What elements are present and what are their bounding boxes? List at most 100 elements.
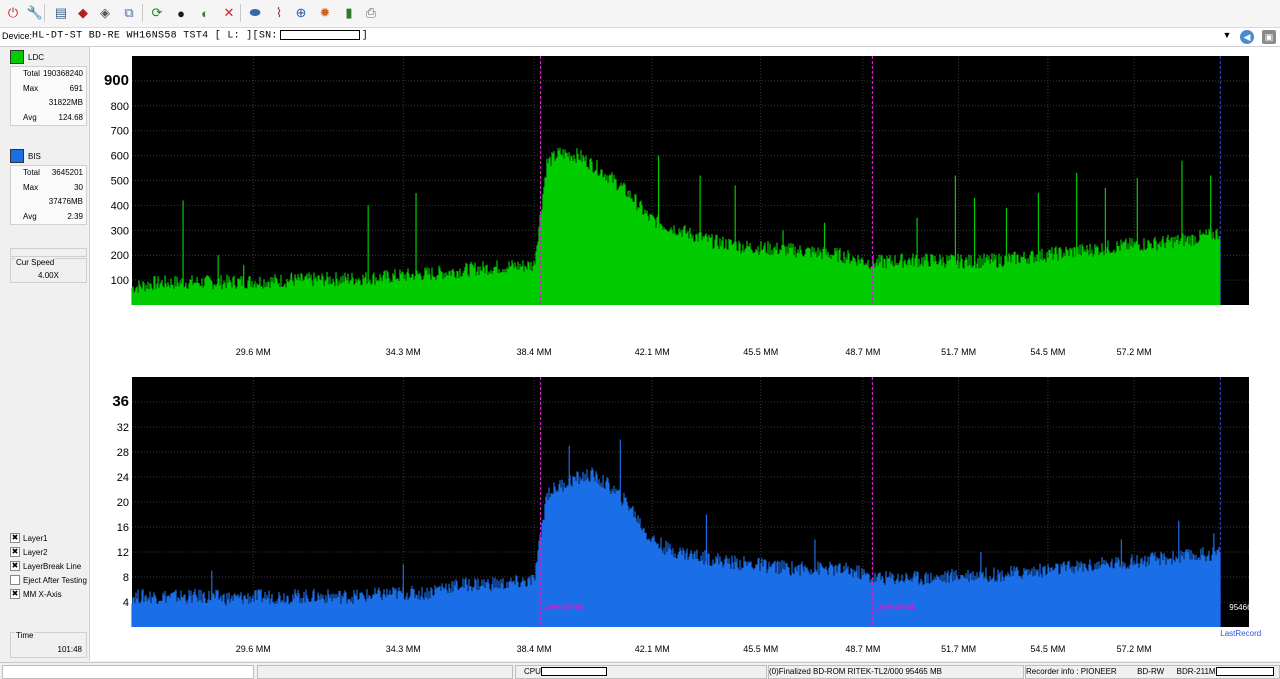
checkbox-label: LayerBreak Line [23, 561, 82, 571]
disc-info-icon[interactable]: ◈ [96, 4, 114, 22]
ldc-stat-row: Max 691 [11, 82, 86, 97]
ldc-label: LDC [28, 52, 45, 62]
burn-icon[interactable]: ⌇ [270, 4, 288, 22]
drive-icon[interactable]: ▤ [52, 4, 70, 22]
stat-value: 37476MB [48, 197, 83, 206]
record-icon[interactable]: ● [172, 4, 190, 22]
cpu-field: CPU [515, 665, 767, 679]
y-tick-label: 300 [111, 225, 129, 237]
y-tick-label: 24 [117, 472, 129, 484]
bis-stat-row: Total 3645201 [11, 166, 86, 181]
layer-break-label: LayerBreak [874, 602, 916, 611]
serial-number-redacted [279, 30, 360, 40]
fire-icon[interactable]: ✹ [316, 4, 334, 22]
checkbox-row[interactable]: Eject After Testing [10, 575, 87, 585]
y-tick-label: 32 [117, 422, 129, 434]
cpu-meter [540, 667, 607, 677]
checkbox-label: Layer2 [23, 547, 48, 557]
toolbar-separator [142, 4, 143, 22]
x-tick-label: 34.3 MM [386, 644, 421, 654]
disc-info-field: (0)Finalized BD-ROM RITEK-TL2/000 95465 … [768, 665, 1024, 679]
x-tick-label: 57.2 MM [1117, 347, 1152, 357]
y-tick-label: 36 [112, 393, 129, 410]
checkbox-row[interactable]: ✖ Layer1 [10, 533, 47, 543]
stat-key: Total [23, 168, 40, 177]
device-name-end: ] [361, 30, 369, 42]
ldc-stat-row: 31822MB [11, 96, 86, 111]
y-tick-label: 500 [111, 176, 129, 188]
chart-icon[interactable]: ▮ [340, 4, 358, 22]
stop-icon[interactable]: ✕ [220, 4, 238, 22]
x-tick-label: 51.7 MM [941, 347, 976, 357]
stat-value: 124.68 [58, 112, 83, 122]
stat-key: Avg [23, 112, 37, 122]
ldc-stats: Total 190368240 Max 691 31822MB Avg 124.68 [10, 66, 87, 126]
unchecked-checkbox-icon[interactable] [10, 575, 20, 585]
toolbar-separator [44, 4, 45, 22]
checked-checkbox-icon[interactable]: ✖ [10, 589, 20, 599]
device-dropdown-icon[interactable]: ▼ [1221, 30, 1233, 44]
y-tick-label: 28 [117, 447, 129, 459]
ldc-stat-row: Total 190368240 [11, 67, 86, 82]
device-selector[interactable]: HL-DT-ST BD-RE WH16NS58 TST4 [ L: ][SN:] [32, 30, 368, 42]
bis-stats: Total 3645201 Max 30 37476MB Avg 2.39 [10, 165, 87, 225]
y-tick-label: 600 [111, 151, 129, 163]
stat-value: 2.39 [67, 211, 83, 221]
x-tick-label: 45.5 MM [743, 644, 778, 654]
copy-icon[interactable]: ⧉ [120, 4, 138, 22]
bis-stat-row: Max 30 [11, 181, 86, 196]
y-tick-label: 700 [111, 126, 129, 138]
speed-value: 4.00X [38, 271, 59, 280]
ldc-legend: LDC [10, 50, 44, 64]
time-title: Time [15, 631, 35, 640]
x-tick-label: 51.7 MM [941, 644, 976, 654]
stat-key: Avg [23, 211, 37, 221]
y-tick-label: 16 [117, 522, 129, 534]
ldc-stat-row: Avg 124.68 [11, 111, 86, 126]
test-icon[interactable]: ⊕ [292, 4, 310, 22]
y-tick-label: 4 [123, 597, 129, 609]
stat-value: 190368240 [42, 69, 83, 78]
checked-checkbox-icon[interactable]: ✖ [10, 533, 20, 543]
x-tick-label: 34.3 MM [386, 347, 421, 357]
x-tick-label: 54.5 MM [1030, 644, 1065, 654]
x-tick-label: 57.2 MM [1117, 644, 1152, 654]
checked-checkbox-icon[interactable]: ✖ [10, 561, 20, 571]
toolbar-separator [240, 4, 241, 22]
erase-disc-icon[interactable]: ◆ [74, 4, 92, 22]
bis-stat-row: 37476MB [11, 195, 86, 210]
checkbox-label: Layer1 [23, 533, 48, 543]
y-tick-label: 400 [111, 200, 129, 212]
stat-value: 31822MB [48, 98, 83, 107]
checkbox-row[interactable]: ✖ MM X-Axis [10, 589, 62, 599]
device-bar: Device: HL-DT-ST BD-RE WH16NS58 TST4 [ L… [0, 28, 1280, 47]
power-icon[interactable]: ⏻ [4, 4, 22, 22]
checked-checkbox-icon[interactable]: ✖ [10, 547, 20, 557]
shield-icon[interactable]: ⬬ [246, 4, 264, 22]
checkbox-row[interactable]: ✖ LayerBreak Line [10, 561, 81, 571]
x-tick-label: 29.6 MM [236, 347, 271, 357]
time-value: 101:48 [57, 645, 82, 654]
recorder-model: BDR-211M [1176, 667, 1216, 676]
x-tick-label: 38.4 MM [517, 347, 552, 357]
scan-icon[interactable]: ◐ [196, 4, 214, 22]
y-tick-label: 200 [111, 250, 129, 262]
x-tick-label: 48.7 MM [845, 644, 880, 654]
printer-icon[interactable]: ⎙ [362, 4, 380, 22]
device-label: Device: [2, 31, 33, 41]
recorder-serial-redacted [1215, 667, 1274, 677]
x-tick-label: 29.6 MM [236, 644, 271, 654]
checkbox-row[interactable]: ✖ Layer2 [10, 547, 47, 557]
x-tick-label: 54.5 MM [1030, 347, 1065, 357]
recorder-type: BD-RW [1137, 667, 1165, 676]
back-icon[interactable]: ◀ [1240, 30, 1254, 44]
wrench-icon[interactable]: 🔧 [26, 4, 44, 22]
camera-icon[interactable]: ▣ [1262, 30, 1276, 44]
checkbox-label: MM X-Axis [23, 589, 62, 599]
refresh-icon[interactable]: ⟳ [148, 4, 166, 22]
chart-area: 100 200 300 400 500 600 700 800 900 29.6 MM 34.3 M… [90, 47, 1280, 661]
time-box: Time 101:48 [10, 631, 87, 658]
y-tick-label: 20 [117, 497, 129, 509]
y-tick-label: 800 [111, 101, 129, 113]
x-tick-label: 38.4 MM [517, 644, 552, 654]
